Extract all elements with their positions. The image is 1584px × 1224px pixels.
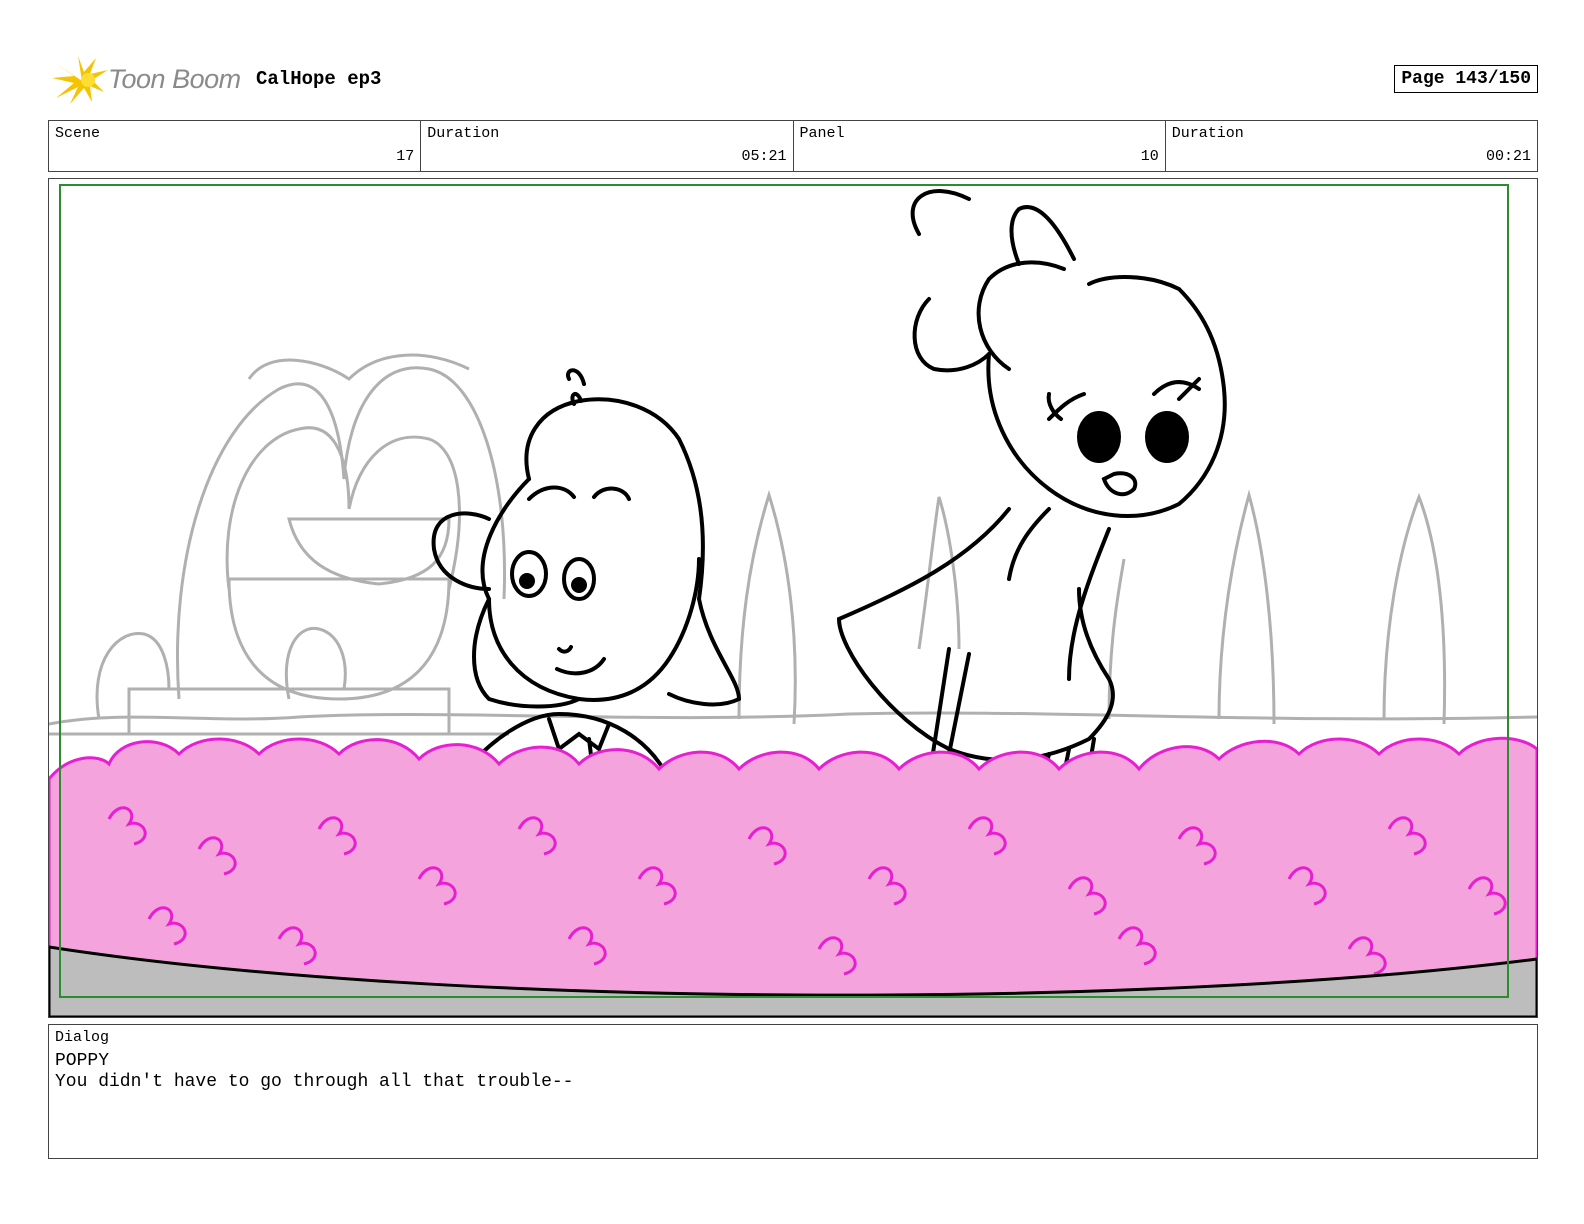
panel-label: Panel <box>799 125 845 142</box>
page-number: Page 143/150 <box>1394 65 1538 93</box>
dialog-label: Dialog <box>55 1029 110 1046</box>
starburst-icon <box>52 56 108 104</box>
toon-boom-logo: Toon Boom <box>52 56 252 106</box>
poppy-character-sketch <box>836 189 1227 801</box>
project-title: CalHope ep3 <box>256 68 382 90</box>
panel-cell: Panel 10 <box>794 121 1166 171</box>
scene-duration-cell: Duration 05:21 <box>421 121 794 171</box>
storyboard-panel-image <box>48 178 1538 1018</box>
fountain-sketch <box>49 353 509 736</box>
panel-duration-cell: Duration 00:21 <box>1166 121 1537 171</box>
scene-value: 17 <box>396 148 415 165</box>
panel-value: 10 <box>1140 148 1159 165</box>
dialog-box: Dialog POPPY You didn't have to go throu… <box>48 1024 1538 1159</box>
scene-duration-value: 05:21 <box>741 148 787 165</box>
panel-duration-label: Duration <box>1171 125 1244 142</box>
storyboard-header: Toon Boom CalHope ep3 Page 143/150 <box>48 54 1538 108</box>
panel-duration-value: 00:21 <box>1485 148 1531 165</box>
logo-wordmark: Toon Boom <box>108 64 241 94</box>
panel-info-bar: Scene 17 Duration 05:21 Panel 10 Duratio… <box>48 120 1538 172</box>
scene-duration-label: Duration <box>427 125 500 142</box>
scene-cell: Scene 17 <box>49 121 422 171</box>
dialog-speaker: POPPY <box>55 1051 110 1071</box>
dialog-line: You didn't have to go through all that t… <box>55 1072 574 1092</box>
scene-label: Scene <box>55 125 101 142</box>
panel-sketch <box>49 184 1537 1017</box>
